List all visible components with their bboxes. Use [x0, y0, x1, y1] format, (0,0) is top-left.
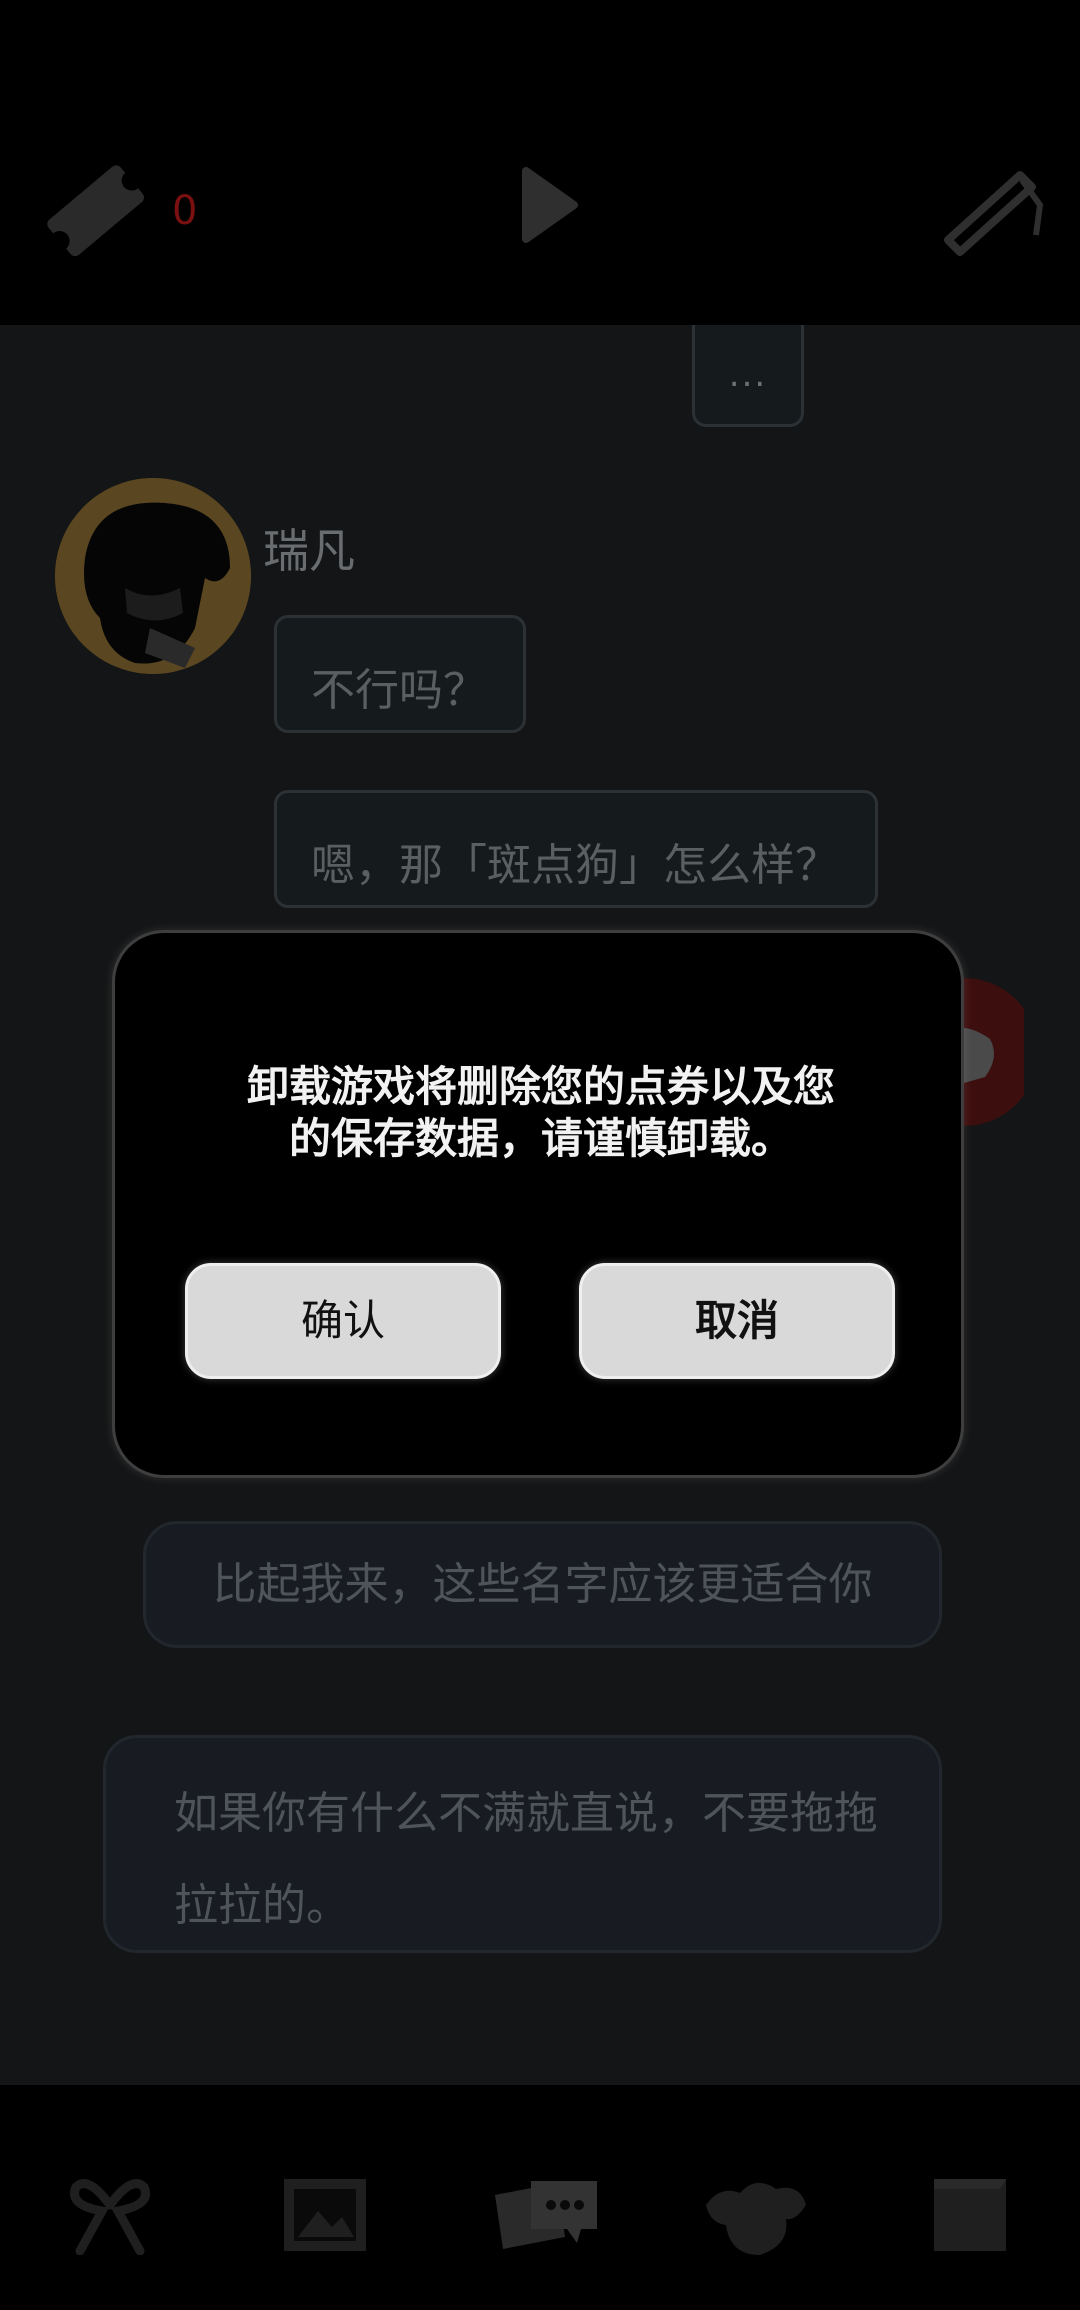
cancel-button[interactable]: 取消	[579, 1263, 895, 1379]
dialog-message-line: 卸载游戏将删除您的点券以及您	[246, 1062, 835, 1111]
message-bubble: 不行吗？	[274, 615, 526, 733]
ticket-count: 0	[172, 188, 198, 234]
uninstall-warning-dialog: 卸载游戏将删除您的点券以及您 的保存数据，请谨慎卸载。 确认 取消	[112, 930, 964, 1478]
message-bubble: 嗯，那「斑点狗」怎么样？	[274, 790, 878, 908]
ribbon-icon[interactable]	[68, 2175, 152, 2255]
brush-icon[interactable]	[940, 165, 1050, 260]
reply-option[interactable]: 如果你有什么不满就直说，不要拖拖拉拉的。	[103, 1735, 942, 1953]
character-icon[interactable]	[700, 2175, 812, 2259]
bottom-nav	[0, 2085, 1080, 2310]
dialog-message: 卸载游戏将删除您的点券以及您 的保存数据，请谨慎卸载。	[175, 1061, 907, 1165]
avatar	[55, 478, 251, 674]
top-bar: 0	[0, 0, 1080, 325]
speaker-name: 瑞凡	[263, 524, 355, 578]
play-icon[interactable]	[520, 165, 580, 245]
gallery-icon[interactable]	[280, 2175, 370, 2255]
confirm-button[interactable]: 确认	[185, 1263, 501, 1379]
dialog-message-line: 的保存数据，请谨慎卸载。	[288, 1114, 793, 1163]
chat-icon[interactable]	[485, 2175, 601, 2251]
notes-icon[interactable]	[930, 2175, 1010, 2255]
typing-indicator-bubble: ...	[692, 325, 804, 427]
reply-option[interactable]: 比起我来，这些名字应该更适合你	[143, 1521, 942, 1648]
ticket-icon[interactable]	[40, 160, 150, 260]
